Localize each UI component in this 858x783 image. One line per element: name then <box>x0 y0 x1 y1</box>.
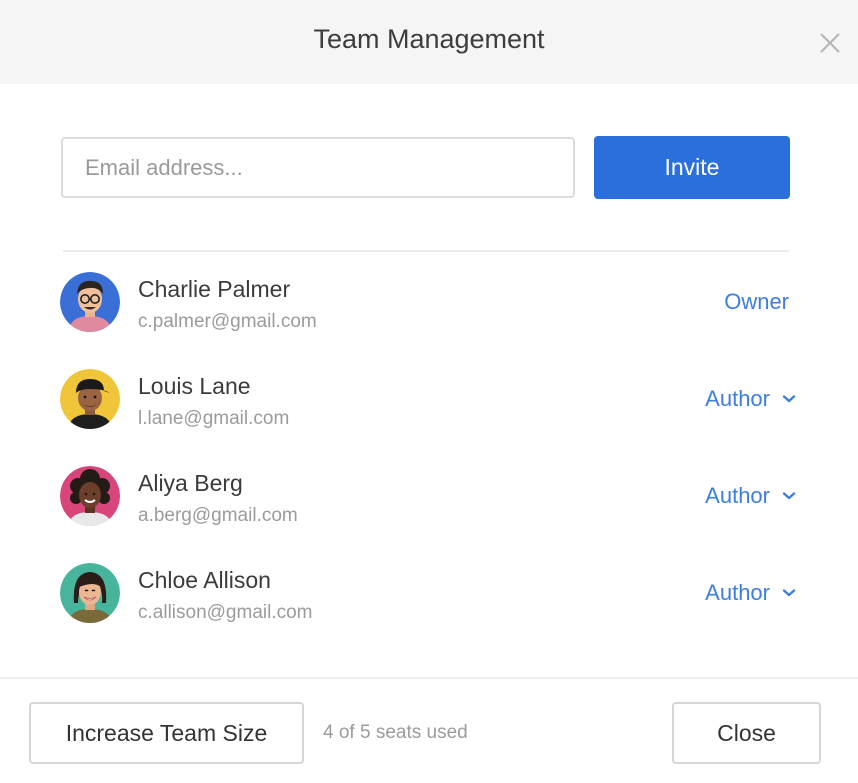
member-row-chloe-allison: Chloe Allison c.allison@gmail.com Author <box>60 563 796 627</box>
member-email: c.palmer@gmail.com <box>138 311 317 332</box>
member-role-owner: Owner <box>724 289 789 314</box>
seats-used-text: 4 of 5 seats used <box>323 722 468 743</box>
role-select-value: Author <box>705 386 770 411</box>
chevron-down-icon <box>782 492 796 500</box>
close-icon[interactable] <box>818 31 842 55</box>
role-select-value: Author <box>705 580 770 605</box>
close-button[interactable]: Close <box>672 702 821 764</box>
increase-team-size-button[interactable]: Increase Team Size <box>29 702 304 764</box>
team-management-dialog: Team Management Invite Charl <box>0 0 858 783</box>
avatar-man-glasses-icon <box>60 272 120 332</box>
chevron-down-icon <box>782 395 796 403</box>
member-name: Charlie Palmer <box>138 276 291 302</box>
email-input[interactable] <box>61 137 575 198</box>
role-select-louis-lane[interactable]: Author <box>705 386 796 412</box>
role-select-aliya-berg[interactable]: Author <box>705 483 796 509</box>
member-row-aliya-berg: Aliya Berg a.berg@gmail.com Author <box>60 466 796 530</box>
member-email: c.allison@gmail.com <box>138 602 313 623</box>
section-divider <box>63 250 789 252</box>
avatar-woman-smile-icon <box>60 563 120 623</box>
role-select-value: Author <box>705 483 770 508</box>
dialog-title: Team Management <box>313 24 545 54</box>
footer-divider <box>0 677 858 679</box>
dialog-header: Team Management <box>0 0 858 84</box>
avatar-man-cap-icon <box>60 369 120 429</box>
member-row-charlie-palmer: Charlie Palmer c.palmer@gmail.com Owner <box>60 272 796 336</box>
chevron-down-icon <box>782 589 796 597</box>
role-select-chloe-allison[interactable]: Author <box>705 580 796 606</box>
member-row-louis-lane: Louis Lane l.lane@gmail.com Author <box>60 369 796 433</box>
member-email: l.lane@gmail.com <box>138 408 290 429</box>
member-name: Aliya Berg <box>138 470 243 496</box>
member-email: a.berg@gmail.com <box>138 505 298 526</box>
member-name: Chloe Allison <box>138 567 271 593</box>
invite-button[interactable]: Invite <box>594 136 790 199</box>
avatar-woman-curly-icon <box>60 466 120 526</box>
member-name: Louis Lane <box>138 373 251 399</box>
